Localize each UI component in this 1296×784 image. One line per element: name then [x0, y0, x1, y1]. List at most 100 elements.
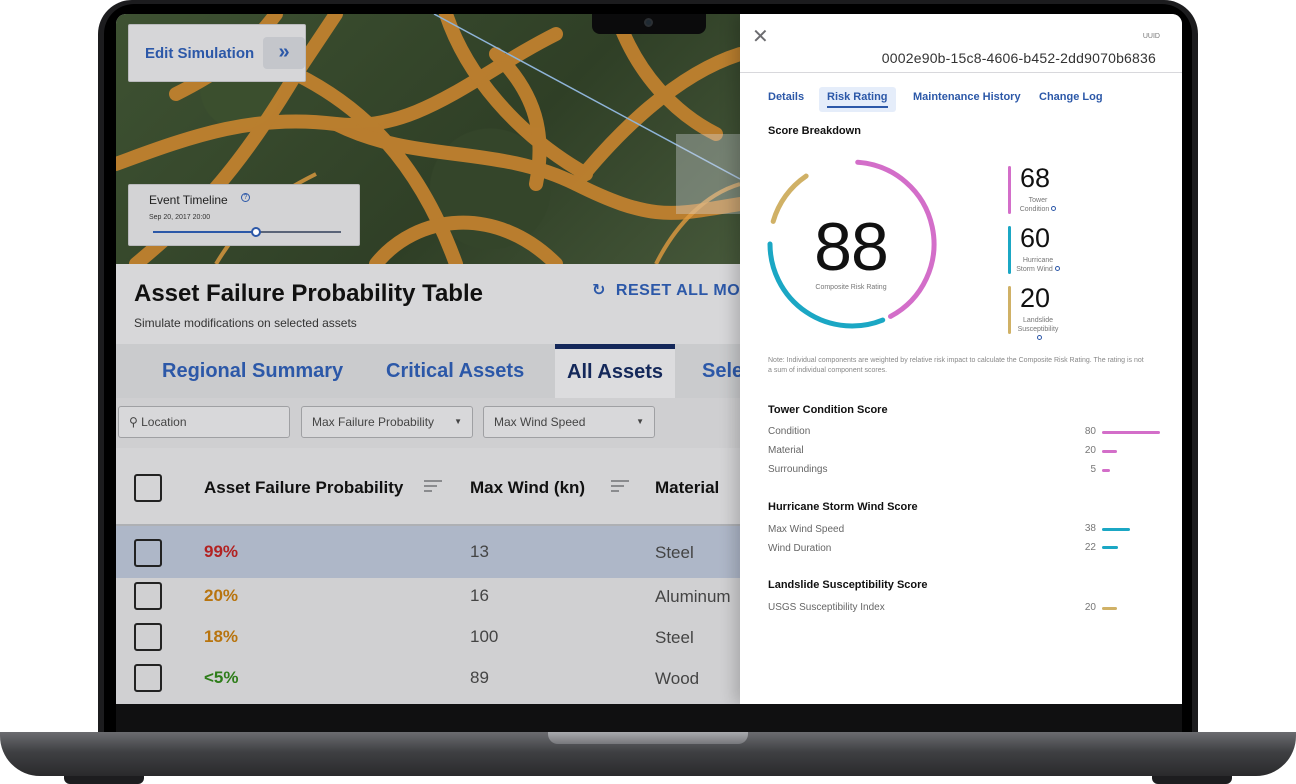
location-search-field[interactable]: ⚲ Location [118, 406, 290, 438]
material: Aluminum [655, 587, 731, 606]
help-icon[interactable]: ? [241, 193, 250, 202]
close-icon[interactable]: ✕ [752, 24, 769, 49]
max-wind: 89 [470, 668, 489, 687]
max-failure-select[interactable]: Max Failure Probability ▼ [301, 406, 473, 438]
max-wind-select[interactable]: Max Wind Speed ▼ [483, 406, 655, 438]
camera-icon [644, 18, 653, 27]
table-header: Asset Failure Probability Table Simulate… [116, 264, 740, 344]
location-placeholder: Location [141, 415, 187, 429]
info-icon[interactable] [1036, 335, 1042, 340]
tab-risk-rating-label: Risk Rating [827, 91, 888, 103]
screen: Edit Simulation » Event Timeline ? Sep 2… [116, 14, 1182, 704]
row-checkbox[interactable] [134, 623, 162, 651]
divider [740, 72, 1182, 73]
metric-bar [1102, 450, 1117, 453]
laptop-base [0, 732, 1296, 776]
table-row[interactable]: <5% 89 Wood [116, 660, 740, 701]
metric-value: 20 [1084, 602, 1096, 613]
table-subtitle: Simulate modifications on selected asset… [134, 316, 357, 330]
metric-bar [1102, 607, 1117, 610]
table-tabs: Regional Summary Critical Assets All Ass… [116, 344, 743, 398]
metric-name: Max Wind Speed [768, 524, 845, 535]
tab-all-assets[interactable]: All Assets [555, 344, 675, 398]
material: Wood [655, 669, 700, 688]
tab-maintenance-history[interactable]: Maintenance History [913, 91, 1021, 103]
failure-probability: 99% [204, 542, 239, 561]
tab-change-log[interactable]: Change Log [1039, 91, 1103, 103]
metric-bar [1102, 528, 1130, 531]
row-checkbox[interactable] [134, 539, 162, 567]
event-timeline-card: Event Timeline ? Sep 20, 2017 20:00 [128, 184, 360, 246]
tab-regional-summary[interactable]: Regional Summary [162, 344, 343, 398]
metric-value: 5 [1090, 464, 1096, 475]
metric-value: 20 [1084, 445, 1096, 456]
sub-score-value: 68 [1020, 163, 1051, 193]
uuid-label: UUID [1142, 33, 1160, 40]
column-header-failure-probability[interactable]: Asset Failure Probability [204, 478, 403, 498]
failure-probability: <5% [204, 668, 239, 687]
tab-critical-assets[interactable]: Critical Assets [386, 344, 524, 398]
edit-simulation-label[interactable]: Edit Simulation [145, 45, 254, 62]
sub-score-name: Tower Condition [1016, 196, 1060, 214]
hurricane-wind-title: Hurricane Storm Wind Score [768, 501, 918, 513]
weighting-note: Note: Individual components are weighted… [768, 357, 1144, 374]
table-row[interactable]: 18% 100 Steel [116, 619, 740, 660]
column-header-max-wind[interactable]: Max Wind (kn) [470, 478, 585, 498]
asset-app: Edit Simulation » Event Timeline ? Sep 2… [116, 14, 743, 704]
metric-bar [1102, 546, 1118, 549]
metric-name: Material [768, 445, 804, 456]
row-checkbox[interactable] [134, 582, 162, 610]
caret-down-icon: ▼ [636, 417, 644, 426]
select-all-checkbox[interactable] [134, 474, 162, 502]
sub-score-value: 20 [1020, 283, 1051, 313]
material: Steel [655, 543, 694, 562]
laptop-foot [1152, 776, 1232, 784]
expand-chevrons-icon[interactable]: » [263, 37, 305, 69]
laptop-foot [64, 776, 144, 784]
info-icon[interactable] [1051, 206, 1057, 211]
sub-score-bar [1008, 166, 1011, 214]
uuid-value: 0002e90b-15c8-4606-b452-2dd9070b6836 [881, 50, 1156, 66]
refresh-icon: ↻ [592, 282, 606, 299]
table-title: Asset Failure Probability Table [134, 280, 483, 307]
asset-detail-panel: ✕ UUID 0002e90b-15c8-4606-b452-2dd9070b6… [740, 14, 1182, 704]
tab-details[interactable]: Details [768, 91, 804, 103]
row-checkbox[interactable] [134, 664, 162, 692]
timeline-slider-fill [153, 231, 257, 233]
material: Steel [655, 628, 694, 647]
filter-bar: ⚲ Location Max Failure Probability ▼ Max … [116, 398, 740, 448]
tab-risk-rating[interactable]: Risk Rating [819, 87, 896, 112]
landslide-title: Landslide Susceptibility Score [768, 579, 928, 591]
composite-score-label: Composite Risk Rating [815, 284, 887, 291]
sub-score-bar [1008, 286, 1011, 334]
sub-score-name: Landslide Susceptibility [1016, 316, 1060, 343]
table-row[interactable]: 20% 16 Aluminum [116, 578, 740, 619]
metric-name: Wind Duration [768, 543, 832, 554]
event-timeline-title: Event Timeline [149, 193, 228, 207]
edit-simulation-card: Edit Simulation » [128, 24, 306, 82]
screen-chin [116, 704, 1182, 732]
metric-name: Surroundings [768, 464, 828, 475]
tab-selected[interactable]: Sele [702, 344, 743, 398]
metric-bar [1102, 431, 1160, 434]
caret-down-icon: ▼ [454, 417, 462, 426]
composite-score: 88 [814, 209, 889, 285]
reset-all-button[interactable]: ↻ RESET ALL MO [592, 280, 740, 300]
info-icon[interactable] [1054, 266, 1060, 271]
max-failure-select-value: Max Failure Probability [312, 415, 435, 429]
metric-name: USGS Susceptibility Index [768, 602, 885, 613]
table-column-headers: Asset Failure Probability Max Wind (kn) … [116, 448, 740, 526]
reset-all-label: RESET ALL MO [615, 282, 741, 299]
sort-icon[interactable] [424, 480, 442, 495]
metric-name: Condition [768, 426, 811, 437]
timeline-slider-thumb[interactable] [251, 227, 262, 237]
sub-score-name: Hurricane Storm Wind [1016, 256, 1060, 274]
timeline-slider[interactable] [153, 227, 341, 237]
tower-condition-title: Tower Condition Score [768, 404, 888, 416]
metric-bar [1102, 469, 1110, 472]
column-header-material[interactable]: Material [655, 478, 719, 498]
sort-icon[interactable] [611, 480, 629, 495]
metric-value: 22 [1084, 542, 1096, 553]
table-row[interactable]: 99% 13 Steel [116, 526, 740, 578]
max-wind: 100 [470, 627, 499, 646]
